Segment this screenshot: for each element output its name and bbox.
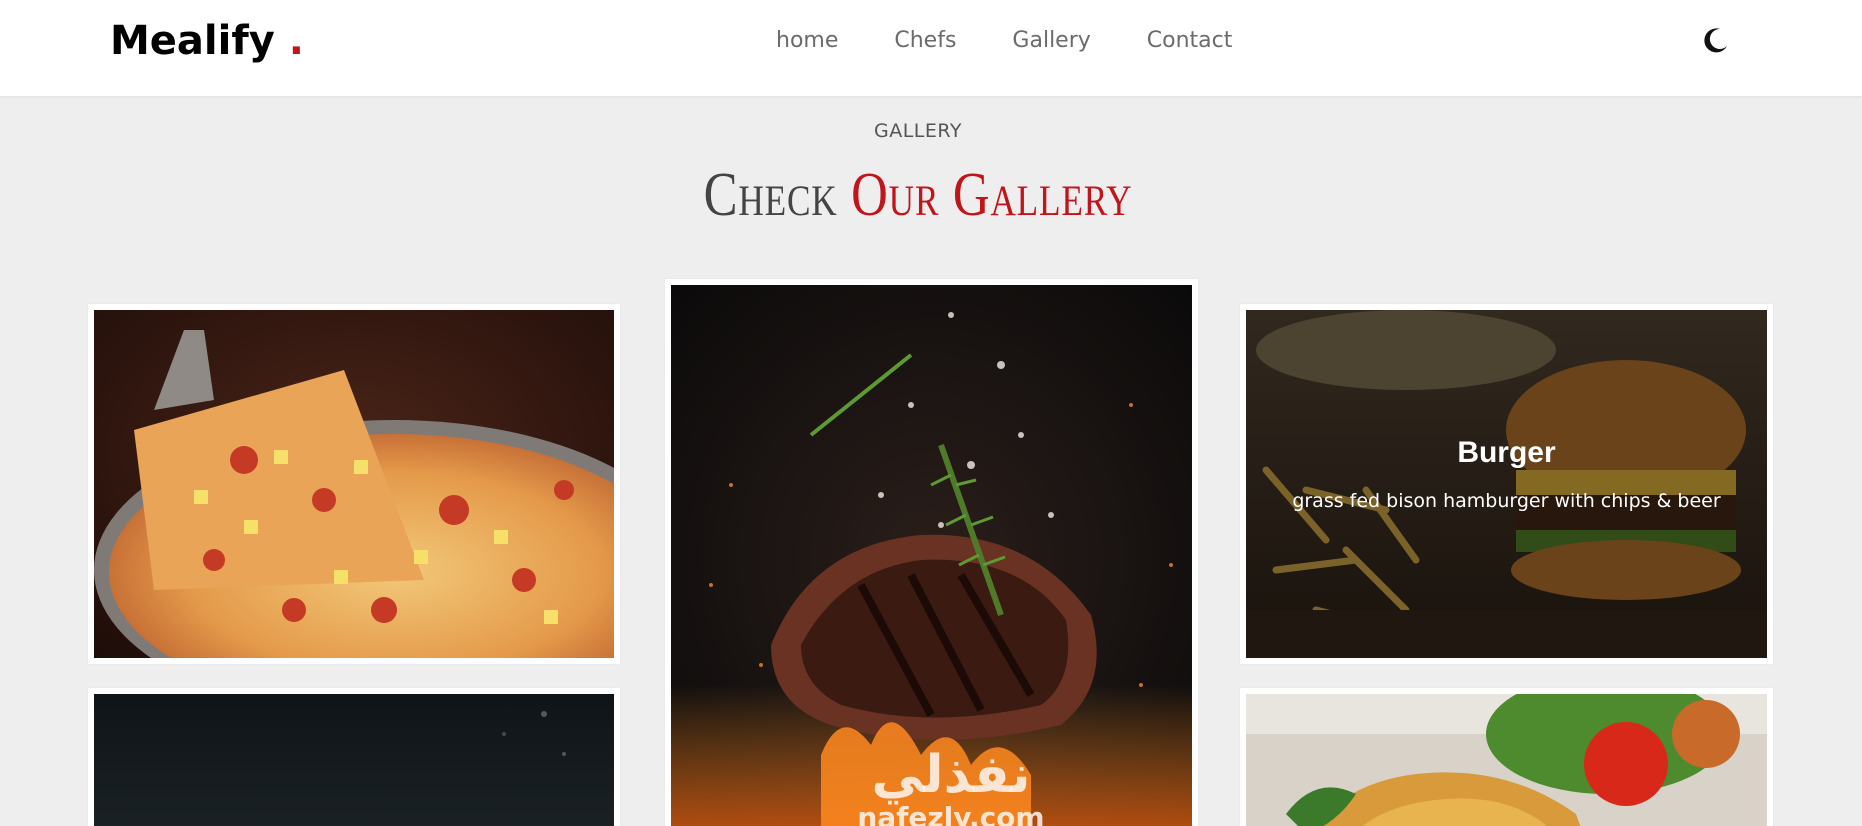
section-title-plain: Check [703,161,838,229]
logo-dot: . [288,18,304,64]
gallery-item-steak[interactable]: نفذلي nafezly.com [665,279,1198,826]
pizza-image [94,310,614,658]
nav-contact[interactable]: Contact [1147,28,1233,53]
burger-overlay: Burger grass fed bison hamburger with ch… [1246,310,1767,658]
watermark-arabic: نفذلي [871,745,1031,805]
nav-home[interactable]: home [776,28,838,53]
logo-text: Mealify [110,18,275,64]
logo[interactable]: Mealify . [110,18,304,64]
main-nav: home Chefs Gallery Contact [776,28,1288,53]
section-title: Check Our Gallery [165,160,1671,231]
dark-dish-image [94,694,614,826]
fried-chicken-image [1246,694,1767,826]
gallery-item-fried-chicken[interactable] [1240,688,1773,826]
nav-chefs[interactable]: Chefs [894,28,956,53]
section-label: GALLERY [874,120,962,142]
steak-image: نفذلي nafezly.com [671,285,1192,826]
watermark-latin: nafezly.com [857,801,1045,826]
watermark: نفذلي nafezly.com [831,747,1071,826]
nav-gallery[interactable]: Gallery [1012,28,1090,53]
section-title-accent: Our Gallery [851,161,1133,229]
burger-description: grass fed bison hamburger with chips & b… [1292,490,1721,512]
gallery-item-pizza[interactable] [88,304,620,664]
gallery-item-dark-dish[interactable] [88,688,620,826]
site-header: Mealify . home Chefs Gallery Contact [0,0,1862,96]
burger-image: Burger grass fed bison hamburger with ch… [1246,310,1767,658]
gallery-item-burger[interactable]: Burger grass fed bison hamburger with ch… [1240,304,1773,664]
burger-title: Burger [1457,436,1556,469]
moon-icon[interactable] [1700,26,1730,56]
